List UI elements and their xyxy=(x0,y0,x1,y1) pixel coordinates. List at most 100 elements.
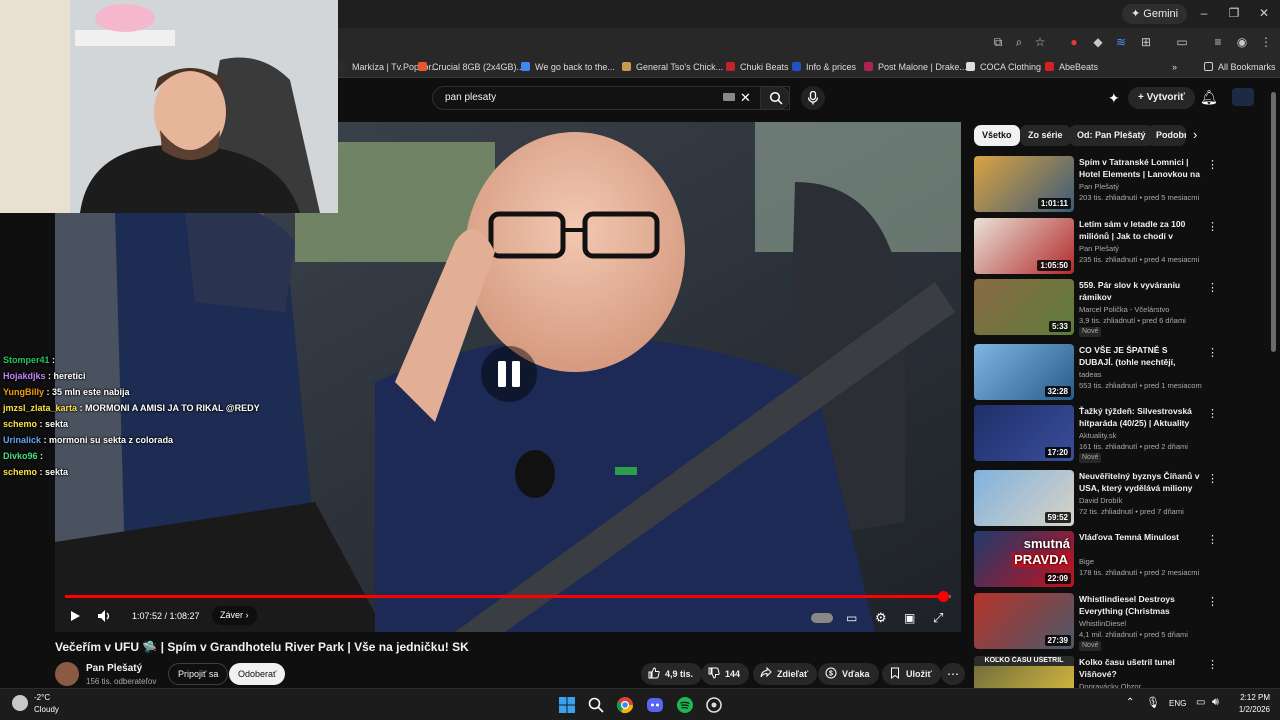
create-button[interactable]: + Vytvoriť xyxy=(1128,87,1195,109)
tray-overflow-icon[interactable]: ⌃ xyxy=(1126,697,1134,708)
chat-username[interactable]: Hojakdjks xyxy=(3,371,46,381)
chat-username[interactable]: YungBilly xyxy=(3,387,44,397)
dislike-button[interactable]: 144 xyxy=(701,663,750,685)
autoplay-toggle[interactable] xyxy=(811,613,833,623)
search-input[interactable]: pan plesaty ✕ xyxy=(432,86,790,110)
recommendation-thumbnail[interactable]: 1:01:11 xyxy=(974,156,1074,212)
channel-name[interactable]: Pan Plešatý xyxy=(86,663,142,674)
bookmarks-overflow-icon[interactable]: » xyxy=(1172,60,1177,74)
bookmark-item[interactable]: Info & prices xyxy=(792,60,856,74)
volume-tray-icon[interactable]: 🔊︎ xyxy=(1212,696,1219,709)
zoom-icon[interactable]: ⌕ xyxy=(1011,34,1027,50)
join-button[interactable]: Pripojiť sa xyxy=(168,663,229,685)
recommendation-channel[interactable]: Aktuality.sk xyxy=(1079,431,1116,440)
recommendation-channel[interactable]: Pan Plešatý xyxy=(1079,182,1119,191)
recommendation-channel[interactable]: David Drobík xyxy=(1079,496,1122,505)
chrome-icon[interactable] xyxy=(616,696,634,714)
recommendation-channel[interactable]: tadeas xyxy=(1079,370,1102,379)
reading-list-icon[interactable]: ≡ xyxy=(1210,34,1226,50)
sparkle-icon[interactable]: ✦ xyxy=(1108,90,1120,107)
extensions-puzzle-icon[interactable]: ⊞ xyxy=(1138,34,1154,50)
recommendation-title[interactable]: Letím sám v letadle za 100 miliónů | Jak… xyxy=(1079,218,1201,242)
recommendation-channel[interactable]: WhistlinDiesel xyxy=(1079,619,1126,628)
recommendation-thumbnail[interactable]: 1:05:50 xyxy=(974,218,1074,274)
recommendation-item[interactable]: 1:05:50 Letím sám v letadle za 100 milión… xyxy=(974,218,1264,274)
chip-all[interactable]: Všetko xyxy=(974,125,1020,146)
cast-icon[interactable]: ▭ xyxy=(1174,34,1190,50)
fullscreen-icon[interactable]: ⤢ xyxy=(933,610,943,626)
more-options-icon[interactable]: ⋮ xyxy=(1207,407,1218,420)
recommendation-thumbnail[interactable]: 27:39 xyxy=(974,593,1074,649)
search-button[interactable] xyxy=(760,86,790,110)
like-button[interactable]: 4,9 tis. xyxy=(641,663,703,685)
network-icon[interactable]: ▭ xyxy=(1196,697,1205,708)
steam-settings-icon[interactable] xyxy=(705,696,723,714)
chat-username[interactable]: Urinalick xyxy=(3,435,41,445)
microphone-tray-icon[interactable]: 🎙︎ xyxy=(1146,696,1160,709)
keyboard-icon[interactable] xyxy=(723,93,735,101)
chat-username[interactable]: schemo xyxy=(3,419,37,429)
bookmark-item[interactable]: AbeBeats xyxy=(1045,60,1098,74)
more-options-icon[interactable]: ⋮ xyxy=(1207,158,1218,171)
gemini-button[interactable]: ✦ Gemini xyxy=(1122,4,1188,24)
windows-start-icon[interactable] xyxy=(558,696,576,714)
extension-red-icon[interactable]: ● xyxy=(1066,34,1082,50)
extension-gray-icon[interactable]: ◆ xyxy=(1090,34,1106,50)
chips-next-icon[interactable]: › xyxy=(1193,127,1197,142)
chip-series[interactable]: Zo série xyxy=(1020,125,1071,146)
recommendation-title[interactable]: 559. Pár slov k vyváraniu rámikov xyxy=(1079,279,1201,303)
more-options-icon[interactable]: ⋮ xyxy=(1207,346,1218,359)
all-bookmarks-button[interactable]: All Bookmarks xyxy=(1204,60,1276,74)
notifications-bell-icon[interactable]: 🔔︎ xyxy=(1200,89,1218,106)
subtitles-icon[interactable]: ▭ xyxy=(846,611,857,625)
page-scrollbar[interactable] xyxy=(1271,92,1276,352)
recommendation-title[interactable]: Vláďova Temná Minulost xyxy=(1079,531,1201,543)
recommendation-channel[interactable]: Pan Plešatý xyxy=(1079,244,1119,253)
browser-menu-icon[interactable]: ⋮ xyxy=(1258,34,1274,50)
recommendation-item[interactable]: 1:01:11 Spím v Tatranské Lomnici | Hotel … xyxy=(974,156,1264,212)
install-app-icon[interactable]: ⧉ xyxy=(990,34,1006,50)
extension-blue-icon[interactable]: ≋ xyxy=(1113,34,1129,50)
recommendation-thumbnail[interactable]: 5:33 xyxy=(974,279,1074,335)
close-window-icon[interactable]: ✕ xyxy=(1256,6,1272,20)
thanks-button[interactable]: $ Vďaka xyxy=(818,663,879,685)
bookmark-item[interactable]: We go back to the... xyxy=(521,60,615,74)
progress-bar[interactable] xyxy=(65,591,951,602)
play-icon[interactable] xyxy=(69,610,81,622)
recommendation-channel[interactable]: Bige xyxy=(1079,557,1094,566)
spotify-icon[interactable] xyxy=(676,696,694,714)
unsubscribe-button[interactable]: Odoberať xyxy=(229,663,286,685)
bookmark-item[interactable]: COCA Clothing xyxy=(966,60,1041,74)
recommendation-item[interactable]: 17:20 Ťažký týždeň: Silvestrovská hitpará… xyxy=(974,405,1264,463)
bookmark-item[interactable]: General Tso's Chick... xyxy=(622,60,723,74)
recommendation-channel[interactable]: Marcel Polička - Včelárstvo xyxy=(1079,305,1169,314)
chip-related[interactable]: Podobn xyxy=(1148,125,1186,146)
chat-username[interactable]: schemo xyxy=(3,467,37,477)
recommendation-title[interactable]: Spím v Tatranské Lomnici | Hotel Element… xyxy=(1079,156,1201,180)
more-options-icon[interactable]: ⋮ xyxy=(1207,220,1218,233)
more-options-icon[interactable]: ⋮ xyxy=(1207,472,1218,485)
bookmark-star-icon[interactable]: ☆ xyxy=(1032,34,1048,50)
recommendation-title[interactable]: Whistlindiesel Destroys Everything (Chri… xyxy=(1079,593,1201,617)
settings-gear-icon[interactable]: ⚙ xyxy=(875,610,887,626)
more-options-icon[interactable]: ⋮ xyxy=(1207,658,1218,671)
clock-date[interactable]: 1/2/2026 xyxy=(1232,705,1270,714)
recommendation-item[interactable]: 27:39 Whistlindiesel Destroys Everything … xyxy=(974,593,1264,651)
recommendation-thumbnail[interactable]: 17:20 xyxy=(974,405,1074,461)
recommendation-thumbnail[interactable]: smutná PRAVDA 22:09 xyxy=(974,531,1074,587)
save-button[interactable]: Uložiť xyxy=(882,663,941,685)
chat-username[interactable]: jmzsl_zlata_karta xyxy=(3,403,77,413)
pause-overlay-button[interactable] xyxy=(481,346,537,402)
miniplayer-icon[interactable]: ▣ xyxy=(904,611,915,625)
more-options-icon[interactable]: ⋮ xyxy=(1207,533,1218,546)
minimize-icon[interactable]: – xyxy=(1196,6,1212,20)
recommendation-title[interactable]: Neuvěřitelný byznys Číňanů v USA, který … xyxy=(1079,470,1201,494)
recommendation-title[interactable]: CO VŠE JE ŠPATNĚ S DUBAJÍ. (tohle nechtě… xyxy=(1079,344,1201,368)
weather-icon[interactable] xyxy=(12,695,28,711)
more-actions-button[interactable]: ⋯ xyxy=(941,663,965,685)
input-language[interactable]: ENG xyxy=(1169,699,1186,708)
channel-avatar[interactable] xyxy=(55,662,79,686)
recommendation-title[interactable]: Ťažký týždeň: Silvestrovská hitparáda (4… xyxy=(1079,405,1201,429)
recommendation-item[interactable]: smutná PRAVDA 22:09 Vláďova Temná Minulost B… xyxy=(974,531,1264,587)
discord-icon[interactable] xyxy=(646,696,664,714)
